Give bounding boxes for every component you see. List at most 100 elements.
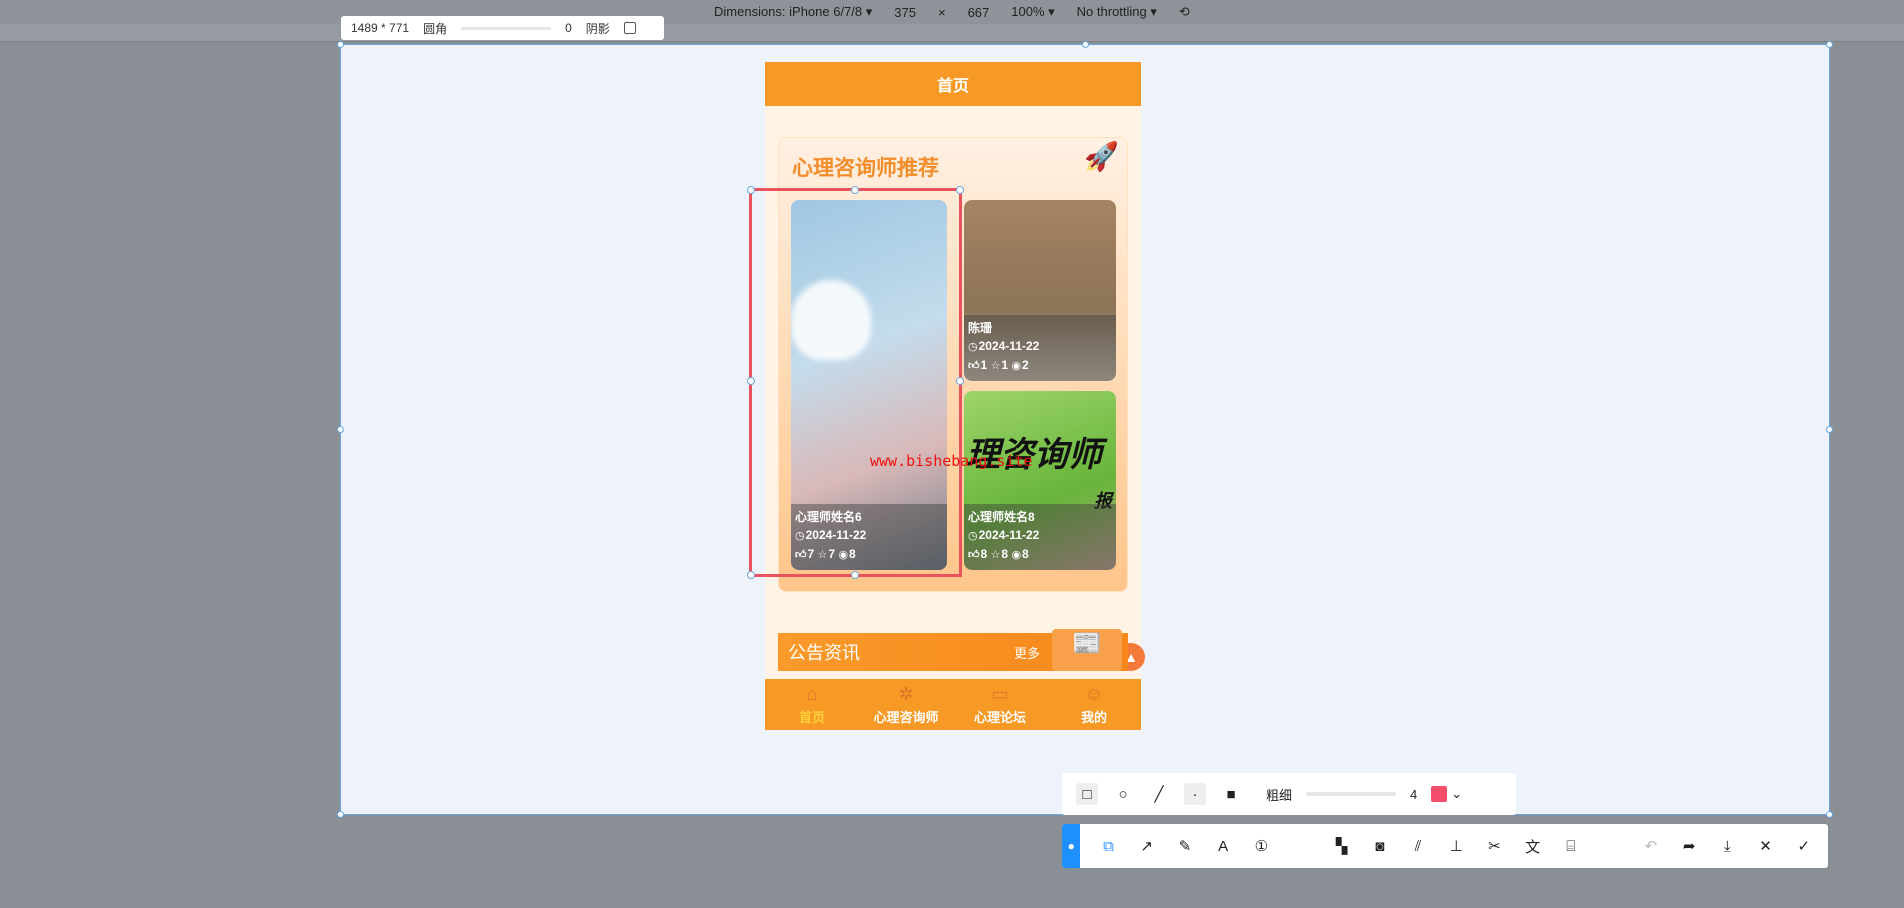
notice-header: 公告资讯 更多 📰 bbox=[778, 629, 1128, 671]
rect-handle[interactable] bbox=[747, 571, 755, 579]
card-date: 2024-11-22 bbox=[978, 339, 1040, 353]
hatch-icon[interactable]: ⫽ bbox=[1408, 835, 1428, 857]
resize-handle[interactable] bbox=[337, 41, 344, 48]
counselor-icon: ✲ bbox=[898, 683, 914, 704]
chevron-down-icon[interactable]: ⌄ bbox=[1451, 786, 1462, 802]
counselor-card[interactable]: 陈珊 ◷2024-11-22 👍︎1 ☆1 ◉2 bbox=[964, 200, 1116, 381]
nav-home[interactable]: ⌂ 首页 bbox=[765, 679, 859, 730]
rocket-icon: 🚀 bbox=[1084, 141, 1119, 172]
rectangle-icon[interactable]: □ bbox=[1076, 783, 1098, 805]
annotation-rectangle[interactable] bbox=[747, 186, 964, 579]
circle-icon[interactable]: ○ bbox=[1112, 783, 1134, 805]
screenshot-toolbar: ● ⧉ ↗ ✎ A ① ▚ ◙ ⫽ ⊥ ✂ 文 ⌸ ↶ ➦ ⤓ ✕ ✓ bbox=[1062, 824, 1828, 868]
nav-label: 首页 bbox=[798, 709, 825, 725]
undo-icon[interactable]: ↶ bbox=[1641, 835, 1661, 857]
size-tooltip: 1489 * 771 圆角 0 阴影 bbox=[341, 16, 664, 40]
rotate-icon[interactable]: ⟲ bbox=[1179, 4, 1190, 20]
like-count: 8 bbox=[980, 547, 988, 561]
rect-handle[interactable] bbox=[747, 377, 755, 385]
clock-icon: ◷ bbox=[968, 530, 978, 542]
translate-icon[interactable]: 文 bbox=[1522, 835, 1542, 857]
clock-icon: ◷ bbox=[968, 341, 978, 353]
shadow-checkbox[interactable] bbox=[623, 22, 636, 34]
resize-handle[interactable] bbox=[337, 426, 344, 433]
pencil-icon[interactable]: ✎ bbox=[1175, 835, 1195, 857]
mosaic-icon[interactable]: ▚ bbox=[1331, 835, 1351, 857]
resize-handle[interactable] bbox=[1826, 811, 1833, 818]
nav-label: 心理论坛 bbox=[973, 709, 1026, 725]
scissors-icon[interactable]: ✂ bbox=[1484, 835, 1504, 857]
pin-toolbar-icon[interactable]: ● bbox=[1062, 824, 1081, 868]
shadow-label: 阴影 bbox=[585, 21, 610, 36]
resize-handle[interactable] bbox=[1826, 41, 1833, 48]
rect-handle[interactable] bbox=[956, 186, 964, 194]
view-count: 2 bbox=[1022, 358, 1029, 372]
resize-handle[interactable] bbox=[1826, 426, 1833, 433]
devtools-bar: Dimensions: iPhone 6/7/8 ▾ 375 × 667 100… bbox=[0, 0, 1904, 24]
more-link[interactable]: 更多 bbox=[1014, 643, 1040, 662]
width-input[interactable]: 375 bbox=[894, 5, 916, 20]
nav-forum[interactable]: ▭ 心理论坛 bbox=[953, 679, 1047, 730]
close-icon[interactable]: ✕ bbox=[1755, 835, 1775, 857]
number-marker-icon[interactable]: ① bbox=[1251, 835, 1271, 857]
throttle-select[interactable]: No throttling ▾ bbox=[1077, 4, 1157, 20]
star-icon: ☆ bbox=[990, 549, 1001, 561]
ocr-icon[interactable]: ⌸ bbox=[1561, 835, 1581, 857]
user-icon: ☺ bbox=[1084, 683, 1104, 704]
text-icon[interactable]: A bbox=[1213, 835, 1233, 857]
card-date: 2024-11-22 bbox=[978, 528, 1040, 542]
eye-icon: ◉ bbox=[1011, 360, 1022, 372]
blur-icon[interactable]: ◙ bbox=[1370, 835, 1390, 857]
nav-mine[interactable]: ☺ 我的 bbox=[1047, 679, 1141, 730]
share-icon[interactable]: ➦ bbox=[1679, 835, 1699, 857]
radius-value: 0 bbox=[565, 21, 572, 35]
fill-icon[interactable]: ■ bbox=[1220, 783, 1242, 805]
nav-counselor[interactable]: ✲ 心理咨询师 bbox=[859, 679, 953, 730]
size-label: 1489 * 771 bbox=[351, 21, 410, 35]
nav-label: 心理咨询师 bbox=[873, 709, 939, 725]
media-query-ruler bbox=[0, 24, 1904, 42]
radius-slider[interactable] bbox=[461, 26, 552, 30]
height-input[interactable]: 667 bbox=[968, 5, 990, 20]
confirm-icon[interactable]: ✓ bbox=[1794, 835, 1814, 857]
thickness-slider[interactable] bbox=[1306, 792, 1397, 796]
card-name: 心理师姓名8 bbox=[968, 510, 1035, 524]
bottom-nav: ⌂ 首页 ✲ 心理咨询师 ▭ 心理论坛 ☺ 我的 bbox=[765, 679, 1141, 730]
forum-icon: ▭ bbox=[991, 683, 1009, 704]
rect-handle[interactable] bbox=[851, 571, 859, 579]
view-count: 8 bbox=[1022, 547, 1029, 561]
notice-title: 公告资讯 bbox=[788, 643, 860, 663]
radius-label: 圆角 bbox=[423, 21, 448, 36]
card-name: 陈珊 bbox=[968, 321, 993, 335]
line-icon[interactable]: ╱ bbox=[1148, 783, 1170, 805]
download-icon[interactable]: ⤓ bbox=[1717, 835, 1737, 857]
device-select[interactable]: Dimensions: iPhone 6/7/8 ▾ bbox=[714, 4, 872, 20]
rect-handle[interactable] bbox=[747, 186, 755, 194]
watermark: www.bishebang.site bbox=[870, 452, 1033, 470]
rect-handle[interactable] bbox=[851, 186, 859, 194]
like-icon: 👍︎ bbox=[968, 549, 980, 561]
section-title: 心理咨询师推荐 bbox=[792, 157, 939, 180]
home-icon: ⌂ bbox=[806, 683, 818, 704]
resize-handle[interactable] bbox=[337, 811, 344, 818]
thickness-value: 4 bbox=[1410, 786, 1418, 802]
thickness-label: 粗细 bbox=[1266, 787, 1293, 803]
shape-options-toolbar: □ ○ ╱ · ■ 粗细 4 ⌄ bbox=[1062, 773, 1516, 815]
eye-icon: ◉ bbox=[1011, 549, 1022, 561]
stroke-outline-icon[interactable]: · bbox=[1184, 783, 1206, 805]
favorite-count: 8 bbox=[1001, 547, 1009, 561]
pin-icon[interactable]: ⊥ bbox=[1446, 835, 1466, 857]
arrow-icon[interactable]: ↗ bbox=[1137, 835, 1157, 857]
like-icon: 👍︎ bbox=[968, 360, 980, 372]
color-picker[interactable] bbox=[1431, 786, 1448, 802]
shape-tool-icon[interactable]: ⧉ bbox=[1098, 835, 1118, 857]
page-title: 首页 bbox=[765, 62, 1141, 106]
zoom-select[interactable]: 100% ▾ bbox=[1011, 4, 1054, 20]
star-icon: ☆ bbox=[990, 360, 1001, 372]
favorite-count: 1 bbox=[1001, 358, 1009, 372]
rect-handle[interactable] bbox=[956, 377, 964, 385]
nav-label: 我的 bbox=[1080, 709, 1107, 725]
resize-handle[interactable] bbox=[1082, 41, 1089, 48]
counselor-card[interactable]: 理咨询师 报 心理师姓名8 ◷2024-11-22 👍︎8 ☆8 ◉8 bbox=[964, 391, 1116, 570]
like-count: 1 bbox=[980, 358, 988, 372]
